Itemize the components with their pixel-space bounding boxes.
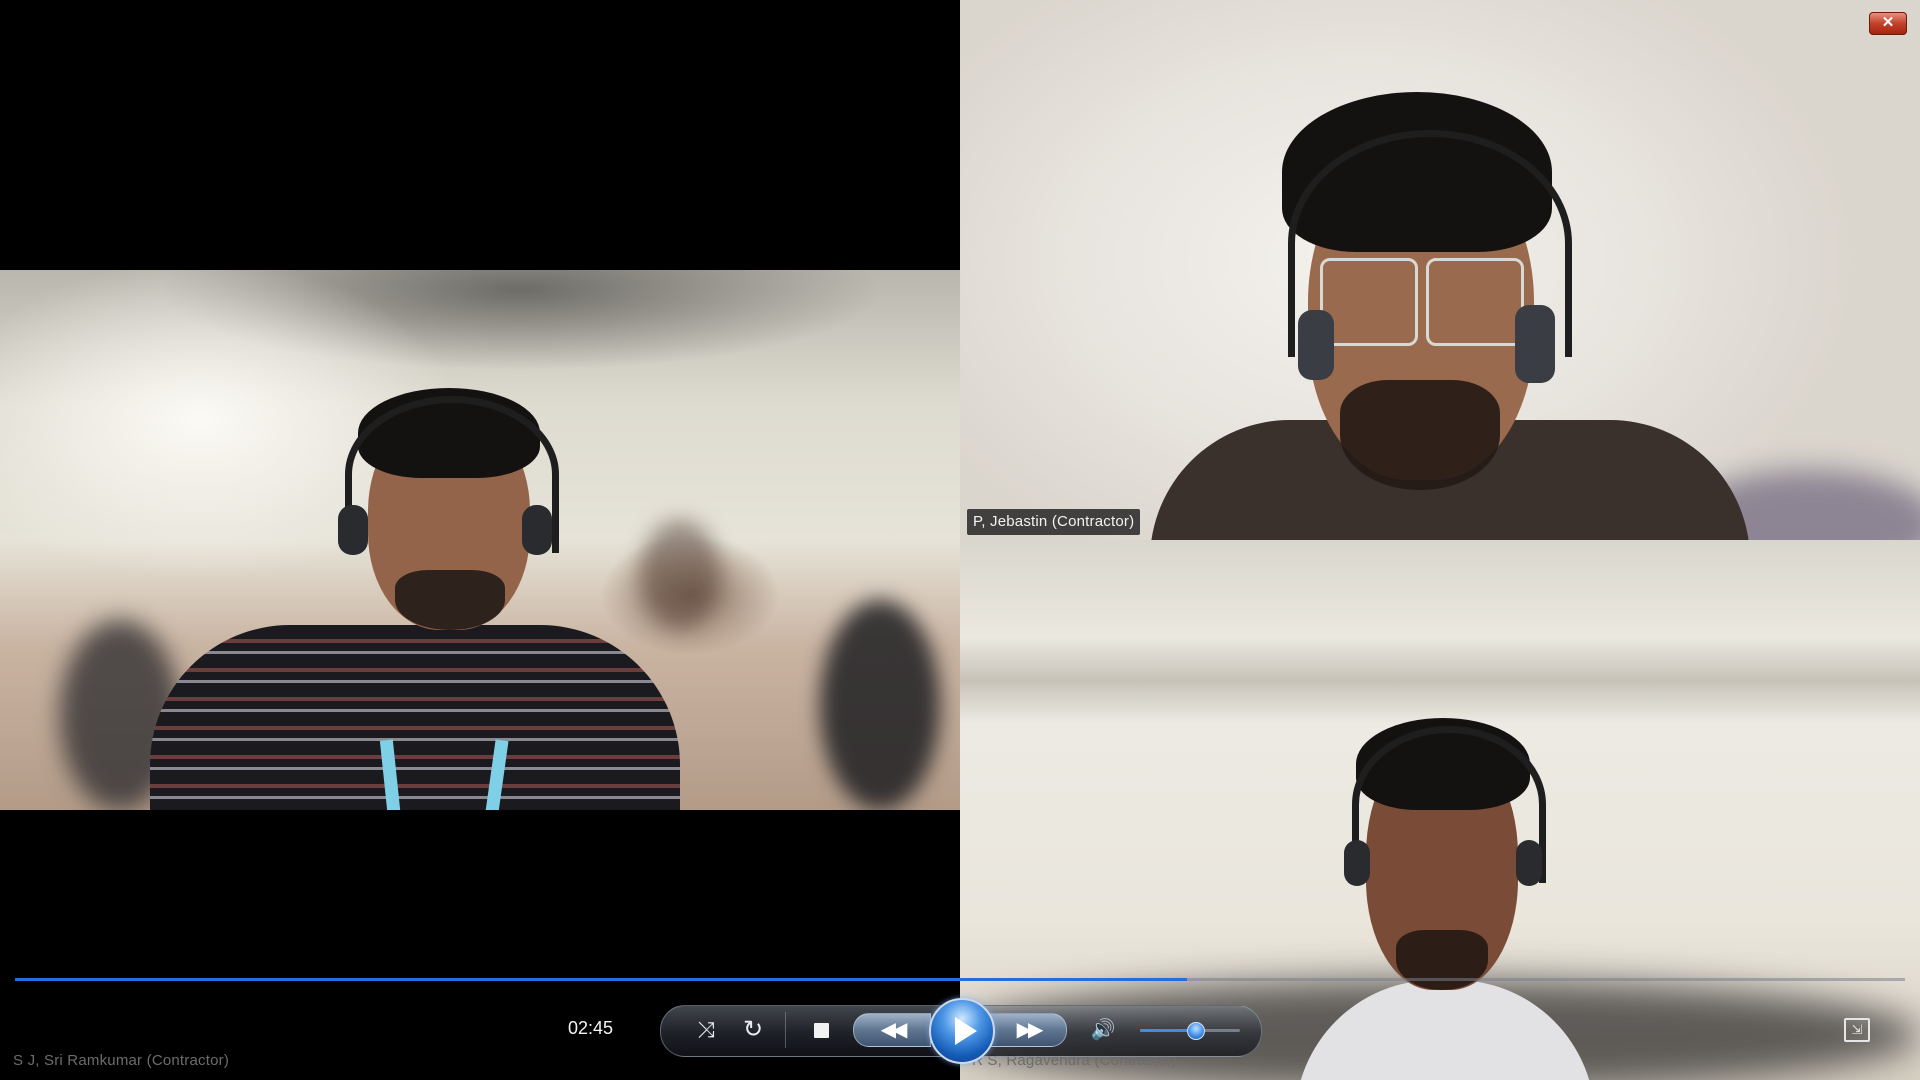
participant-name-label: S J, Sri Ramkumar (Contractor) (13, 1052, 230, 1069)
play-icon (955, 1017, 977, 1045)
shuffle-button[interactable]: ⤨ (689, 1016, 723, 1044)
stop-button[interactable] (806, 1016, 836, 1044)
seek-progress (15, 978, 1187, 981)
seek-bar[interactable] (15, 978, 1905, 981)
next-button[interactable]: ▶▶ (989, 1013, 1067, 1047)
switch-to-library-icon: ⇲ (1851, 1022, 1863, 1037)
video-tile-sri-ramkumar: S J, Sri Ramkumar (Contractor) (0, 0, 960, 1080)
play-button[interactable] (929, 998, 995, 1064)
volume-slider-handle[interactable] (1187, 1022, 1205, 1040)
speaker-icon: 🔊 (1090, 1019, 1116, 1041)
rewind-icon: ◀◀ (880, 1019, 908, 1041)
close-button[interactable]: ✕ (1869, 12, 1907, 35)
repeat-icon: ↻ (742, 1016, 764, 1043)
participant-name-label: P, Jebastin (Contractor) (967, 509, 1141, 535)
video-tile-jebastin (960, 0, 1920, 540)
stop-icon (813, 1023, 829, 1038)
repeat-button[interactable]: ↻ (736, 1016, 770, 1044)
divider (785, 1012, 786, 1048)
switch-to-library-button[interactable]: ⇲ (1844, 1018, 1870, 1042)
elapsed-time: 02:45 (568, 1018, 614, 1038)
close-icon: ✕ (1881, 14, 1895, 31)
video-tile-ragavendra (960, 540, 1920, 1080)
fast-forward-icon: ▶▶ (1016, 1019, 1044, 1041)
previous-button[interactable]: ◀◀ (853, 1013, 931, 1047)
shuffle-icon: ⤨ (697, 1017, 715, 1042)
participant-video (0, 270, 960, 810)
mute-button[interactable]: 🔊 (1088, 1016, 1118, 1044)
